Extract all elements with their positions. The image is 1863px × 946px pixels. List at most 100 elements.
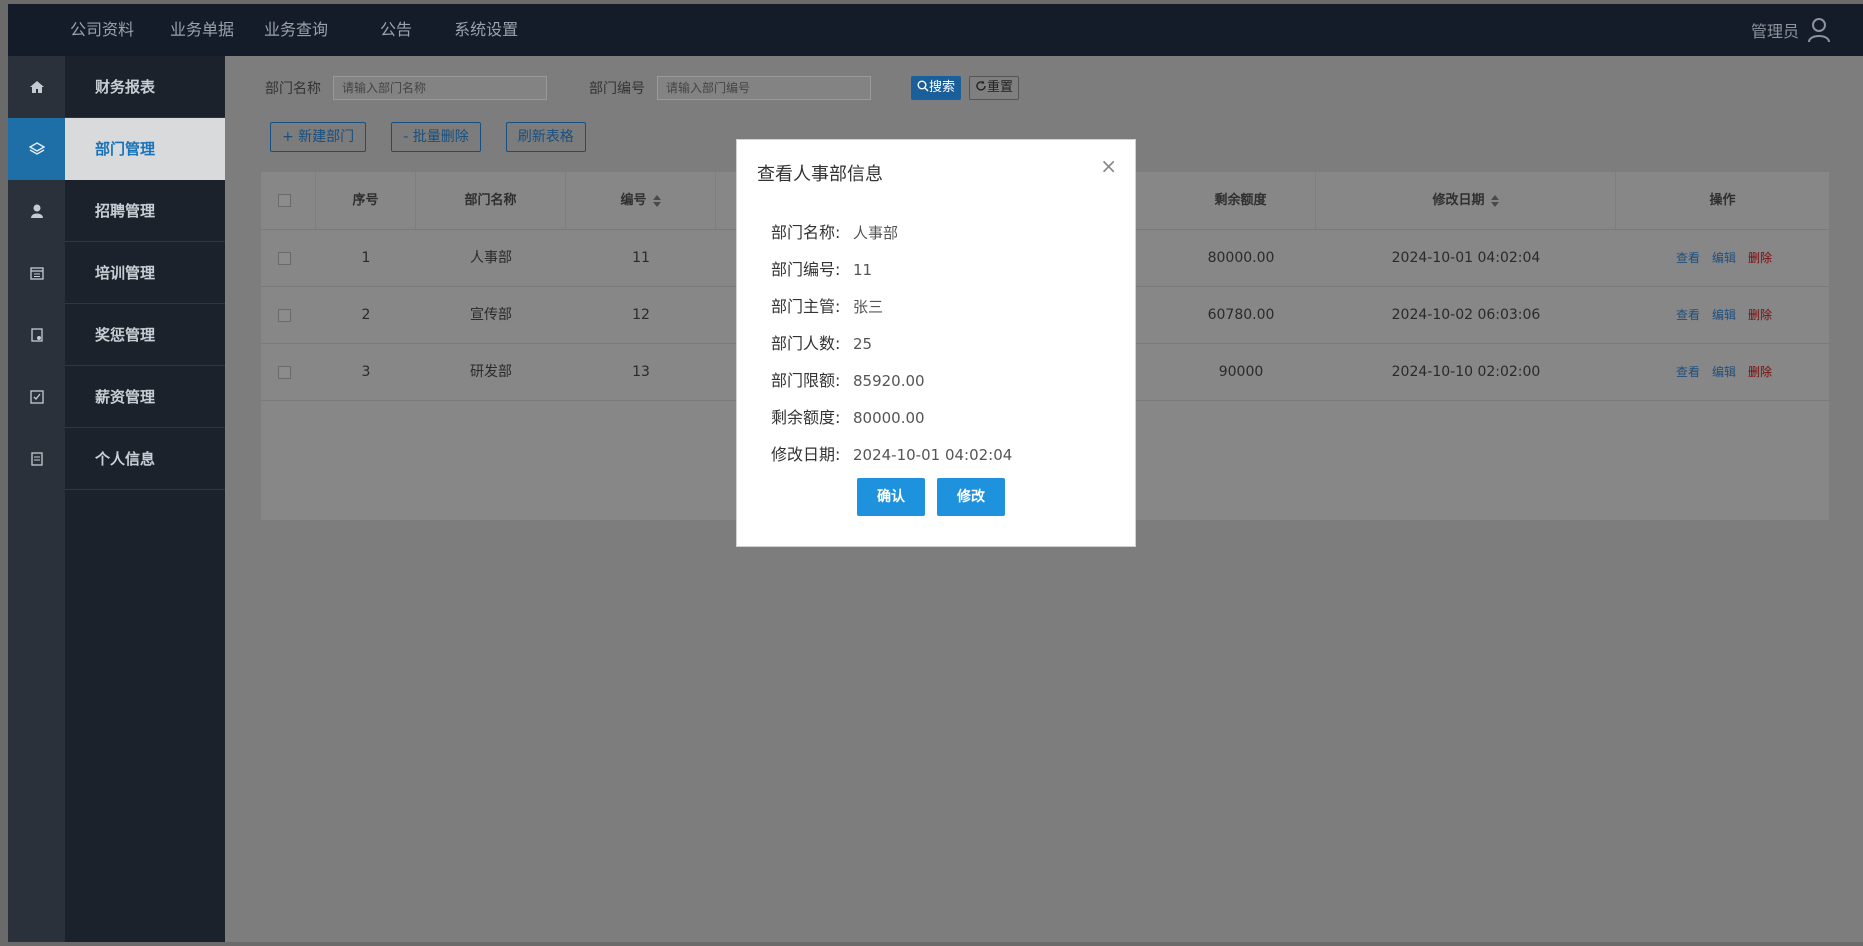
delete-link[interactable]: 删除 [1748,251,1772,265]
dept-name-label: 部门名称 [265,81,321,97]
cell-name: 人事部 [470,250,512,266]
refresh-table-button[interactable]: 刷新表格 [505,122,586,152]
edit-link[interactable]: 编辑 [1712,308,1736,322]
user-name: 管理员 [1750,22,1799,41]
nav-announcement[interactable]: 公告 [380,4,412,56]
layers-icon [8,118,65,180]
calendar-icon [8,242,65,304]
header-select-all-cell [261,172,316,230]
cell-code: 13 [632,364,650,380]
search-icon [917,80,929,92]
nav-company-info[interactable]: 公司资料 [70,4,134,56]
field-modified: 修改日期: 2024-10-01 04:02:04 [771,441,1012,465]
field-label: 部门名称: [771,223,841,242]
sidebar-item-label: 财务报表 [95,78,156,96]
cell-index: 3 [361,364,371,380]
sidebar-item-label: 奖惩管理 [95,326,156,344]
cell-name: 研发部 [470,364,512,380]
field-label: 剩余额度: [771,408,841,427]
view-link[interactable]: 查看 [1676,365,1700,379]
view-link[interactable]: 查看 [1676,251,1700,265]
sidebar-item-salary[interactable]: 薪资管理 [8,366,225,428]
search-label: 搜索 [929,80,956,95]
dept-code-label: 部门编号 [589,81,645,97]
dept-name-input[interactable]: 请输入部门名称 [333,76,547,100]
field-dept-code: 部门编号: 11 [771,256,872,280]
sidebar-item-label: 部门管理 [65,118,225,180]
header-code-cell[interactable]: 编号 [566,172,716,230]
field-label: 部门限额: [771,371,841,390]
field-label: 修改日期: [771,445,841,464]
edit-button[interactable]: 修改 [937,478,1005,516]
nav-system-settings[interactable]: 系统设置 [454,4,518,56]
action-bar: + 新建部门 - 批量删除 刷新表格 [270,122,611,152]
cell-index: 2 [361,307,371,323]
nav-business-query[interactable]: 业务查询 [264,4,328,56]
close-icon[interactable]: × [1100,156,1117,176]
user-icon [1808,18,1830,43]
user-menu[interactable]: 管理员 [1751,4,1831,56]
header-dept-name: 部门名称 [416,172,566,230]
sidebar-item-profile[interactable]: 个人信息 [8,428,225,490]
cell-modified: 2024-10-10 02:02:00 [1391,364,1541,380]
header-modified: 修改日期 [1432,193,1485,208]
filter-bar: 部门名称 请输入部门名称 部门编号 请输入部门编号 搜索 重置 [265,76,1020,100]
refresh-icon [976,80,986,91]
header-modified-cell[interactable]: 修改日期 [1316,172,1616,230]
home-icon [8,56,65,118]
field-value: 张三 [853,298,884,316]
confirm-button[interactable]: 确认 [857,478,925,516]
sort-icon [1490,194,1499,207]
row-checkbox[interactable] [278,309,291,322]
select-all-checkbox[interactable] [278,194,291,207]
field-value: 2024-10-01 04:02:04 [853,446,1013,464]
field-value: 人事部 [853,224,899,242]
cell-modified: 2024-10-02 06:03:06 [1391,307,1541,323]
field-label: 部门主管: [771,297,841,316]
field-label: 部门人数: [771,334,841,353]
field-dept-manager: 部门主管: 张三 [771,293,883,317]
nav-business-docs[interactable]: 业务单据 [170,4,234,56]
modal-title: 查看人事部信息 [757,164,883,185]
reset-label: 重置 [987,80,1014,95]
header-index: 序号 [316,172,416,230]
cell-remaining: 60780.00 [1207,307,1275,323]
row-actions: 查看 编辑 删除 [1676,287,1784,344]
edit-link[interactable]: 编辑 [1712,365,1736,379]
delete-link[interactable]: 删除 [1748,365,1772,379]
row-checkbox[interactable] [278,252,291,265]
row-checkbox[interactable] [278,366,291,379]
cell-remaining: 80000.00 [1207,250,1275,266]
delete-link[interactable]: 删除 [1748,308,1772,322]
department-info-modal: 查看人事部信息 × 部门名称: 人事部 部门编号: 11 部门主管: 张三 部门人数:… [736,139,1136,547]
search-button[interactable]: 搜索 [911,76,962,100]
award-icon [8,304,65,366]
cell-index: 1 [361,250,371,266]
field-dept-limit: 部门限额: 85920.00 [771,367,925,391]
field-value: 25 [853,335,873,353]
view-link[interactable]: 查看 [1676,308,1700,322]
divider [65,489,225,490]
sidebar-item-recruitment[interactable]: 招聘管理 [8,180,225,242]
sidebar-item-label: 个人信息 [95,450,156,468]
cell-modified: 2024-10-01 04:02:04 [1391,250,1541,266]
cell-remaining: 90000 [1218,364,1264,380]
sidebar-item-finance-report[interactable]: 财务报表 [8,56,225,118]
edit-link[interactable]: 编辑 [1712,251,1736,265]
sidebar-item-department[interactable]: 部门管理 [8,118,225,180]
field-remaining: 剩余额度: 80000.00 [771,404,925,428]
cell-code: 12 [632,307,650,323]
sidebar-item-label: 薪资管理 [95,388,156,406]
sort-icon [652,194,661,207]
new-department-button[interactable]: + 新建部门 [270,122,367,152]
cell-name: 宣传部 [470,307,512,323]
sidebar-item-training[interactable]: 培训管理 [8,242,225,304]
row-actions: 查看 编辑 删除 [1676,230,1784,287]
sidebar-item-rewards[interactable]: 奖惩管理 [8,304,225,366]
batch-delete-button[interactable]: - 批量删除 [391,122,481,152]
dept-code-input[interactable]: 请输入部门编号 [657,76,871,100]
field-dept-headcount: 部门人数: 25 [771,330,872,354]
row-actions: 查看 编辑 删除 [1676,344,1784,401]
checklist-icon [8,366,65,428]
reset-button[interactable]: 重置 [969,76,1020,100]
